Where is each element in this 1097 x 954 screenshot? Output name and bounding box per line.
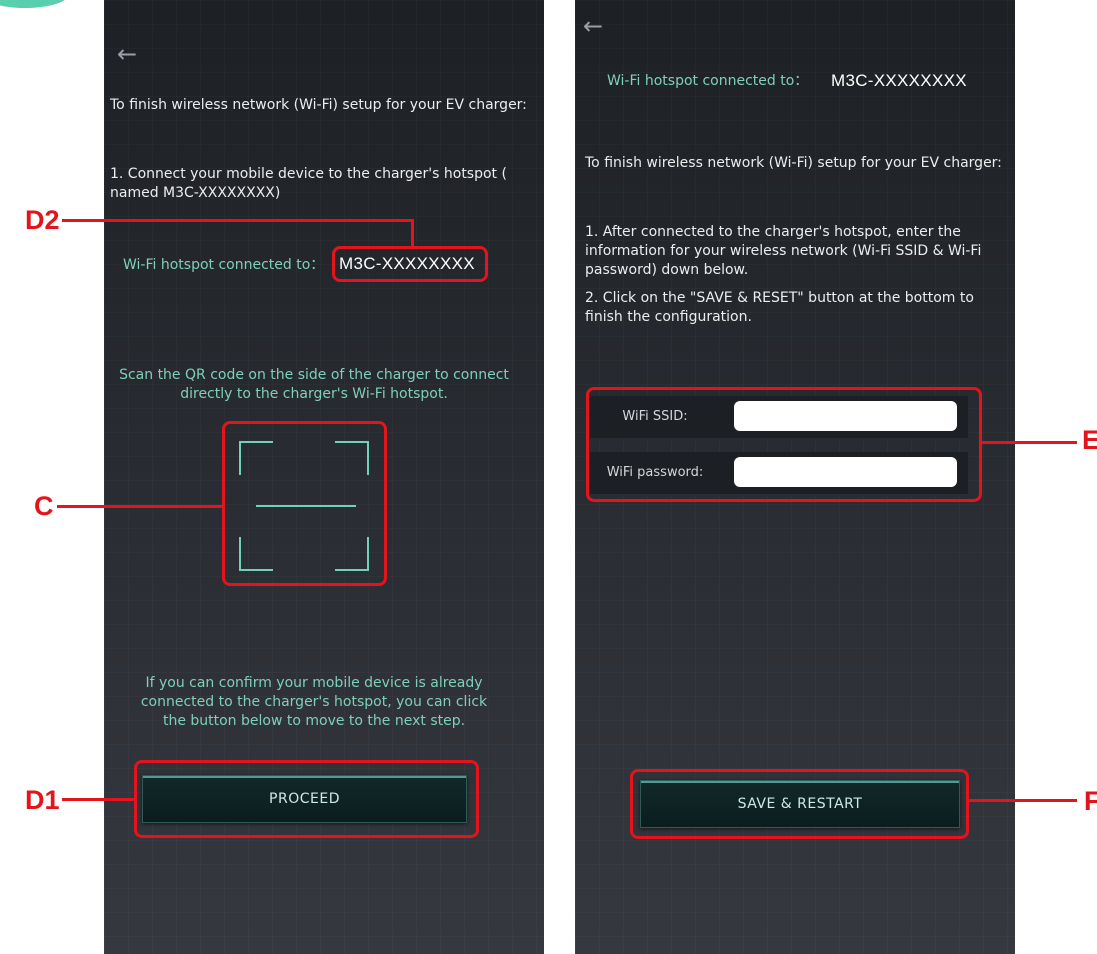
highlight-f-save-restart	[630, 769, 969, 839]
intro-text: To finish wireless network (Wi-Fi) setup…	[585, 155, 1002, 171]
callout-line-e	[979, 441, 1077, 444]
scan-instruction: Scan the QR code on the side of the char…	[119, 367, 509, 402]
hotspot-label: Wi-Fi hotspot connected to：	[123, 257, 325, 273]
step1-text: 1. After connected to the charger's hots…	[585, 224, 982, 278]
highlight-e-wifi-form	[586, 387, 982, 502]
callout-line-f	[966, 799, 1077, 802]
callout-connector-d2	[411, 219, 414, 249]
back-arrow-icon[interactable]: ←	[583, 14, 603, 38]
confirm-instruction: If you can confirm your mobile device is…	[140, 675, 488, 729]
callout-label-c: C	[34, 491, 54, 521]
highlight-d1-proceed	[134, 760, 479, 838]
callout-label-d2: D2	[25, 205, 60, 235]
step2-text: 2. Click on the "SAVE & RESET" button at…	[585, 290, 974, 325]
hotspot-label: Wi-Fi hotspot connected to：	[607, 73, 809, 89]
callout-line-d2	[62, 219, 414, 222]
callout-label-d1: D1	[25, 785, 60, 815]
callout-line-d1	[62, 798, 137, 801]
highlight-c-qr-scanner	[222, 421, 387, 586]
highlight-d2-hotspot-value	[332, 246, 488, 282]
callout-line-c	[57, 505, 224, 508]
hotspot-value: M3C-XXXXXXXX	[831, 71, 967, 90]
step1-text: 1. Connect your mobile device to the cha…	[110, 166, 507, 201]
intro-text: To finish wireless network (Wi-Fi) setup…	[110, 97, 527, 113]
callout-label-e: E	[1082, 425, 1097, 455]
corner-accent-shape	[0, 0, 70, 8]
back-arrow-icon[interactable]: ←	[117, 42, 137, 66]
callout-label-f: F	[1084, 786, 1097, 816]
